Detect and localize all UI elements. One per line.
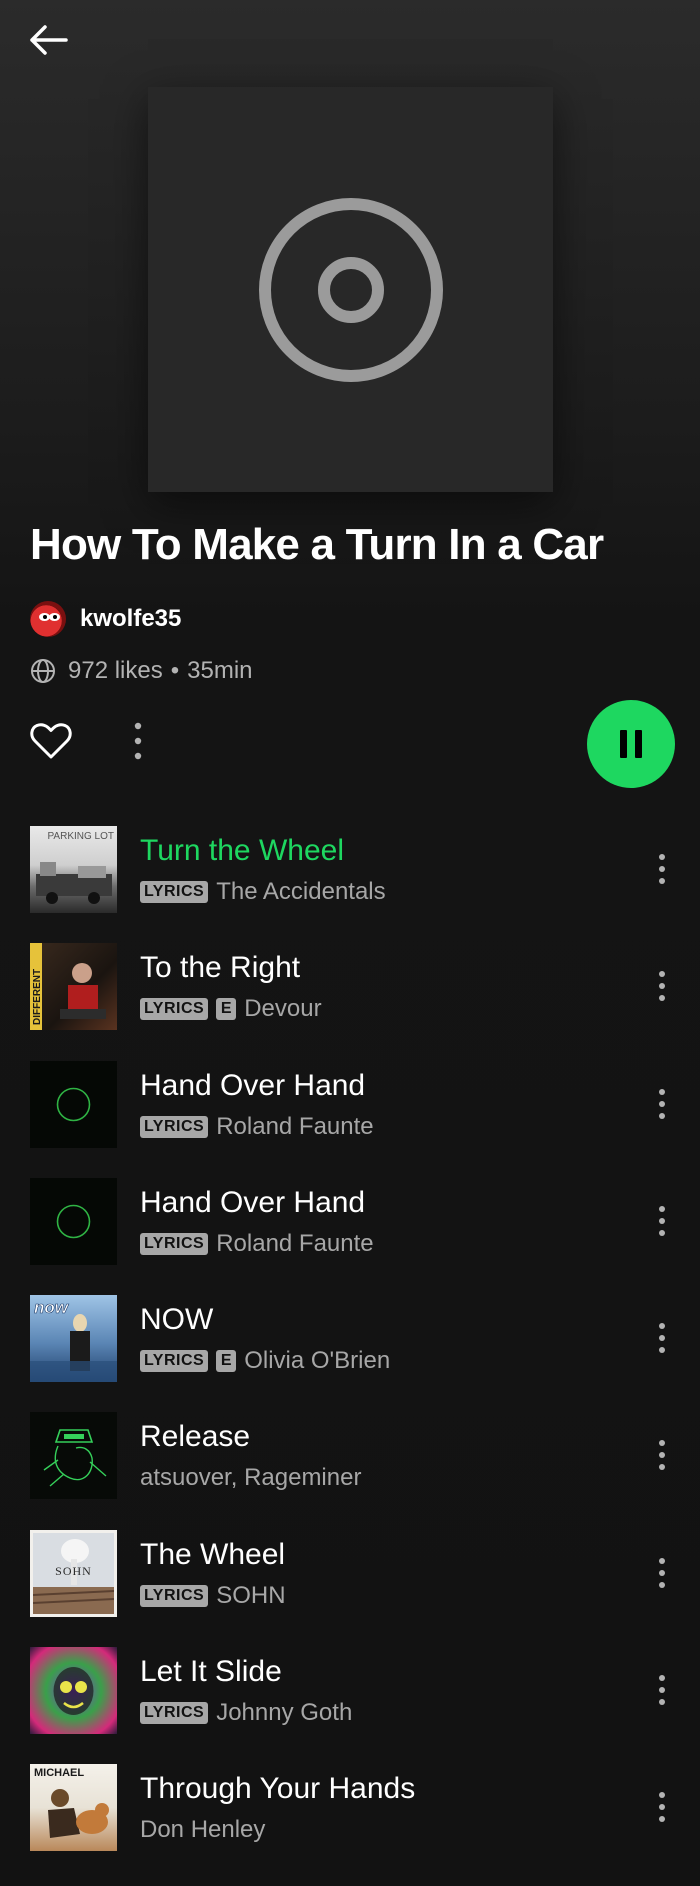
track-more-button[interactable]: [642, 844, 682, 894]
explicit-badge: E: [216, 1350, 237, 1373]
track-more-button[interactable]: [642, 1313, 682, 1363]
track-subtitle: LYRICS The Accidentals: [140, 878, 386, 906]
track-artist: Roland Faunte: [216, 1229, 374, 1257]
album-art-text: DIFFERENT: [32, 969, 43, 1025]
duration: 35min: [187, 657, 253, 684]
pause-icon: [620, 730, 642, 758]
track-artist: Johnny Goth: [216, 1699, 353, 1727]
action-bar: [0, 700, 700, 790]
track-artist: Devour: [244, 995, 322, 1023]
track-subtitle: atsuover, Rageminer: [140, 1464, 361, 1492]
more-vertical-icon: [134, 722, 142, 760]
lyrics-badge: LYRICS: [140, 881, 209, 903]
track-title: Hand Over Hand: [140, 1185, 366, 1219]
track-row[interactable]: MICHAEL Through Your Hands Don Henley: [0, 1764, 700, 1881]
album-art: DIFFERENT: [30, 943, 117, 1031]
owner-avatar: [30, 601, 66, 637]
track-title: Release: [140, 1420, 251, 1454]
disc-icon: [258, 197, 443, 382]
more-vertical-icon: [659, 1323, 665, 1354]
owner-name: kwolfe35: [80, 605, 182, 632]
more-vertical-icon: [659, 1088, 665, 1119]
track-title: Turn the Wheel: [140, 834, 344, 867]
track-row[interactable]: DIFFERENT To the Right LYRICS E Devour: [0, 943, 700, 1060]
album-art: [30, 1177, 117, 1265]
track-row[interactable]: Let It Slide LYRICS Johnny Goth: [0, 1647, 700, 1764]
owner-link[interactable]: kwolfe35: [30, 601, 181, 637]
track-artist: Olivia O'Brien: [244, 1347, 391, 1375]
album-art-text: PARKING LOT: [48, 831, 115, 842]
lyrics-badge: LYRICS: [140, 998, 209, 1021]
track-row[interactable]: now NOW LYRICS E Olivia O'Brien: [0, 1295, 700, 1412]
arrow-left-icon: [30, 25, 68, 55]
track-subtitle: LYRICS SOHN: [140, 1582, 286, 1610]
track-title: NOW: [140, 1303, 214, 1337]
track-title: Through Your Hands: [140, 1772, 416, 1806]
track-artist: Roland Faunte: [216, 1112, 374, 1140]
globe-icon: [31, 659, 55, 683]
album-art-text: now: [34, 1298, 70, 1317]
track-row[interactable]: Hand Over Hand LYRICS Roland Faunte: [0, 1060, 700, 1178]
album-art: MICHAEL: [30, 1764, 117, 1852]
playlist-page: How To Make a Turn In a Car kwolfe35 972…: [0, 0, 700, 1886]
track-artist: The Accidentals: [216, 878, 386, 905]
album-art: [30, 1412, 117, 1500]
more-vertical-icon: [659, 971, 665, 1002]
more-vertical-icon: [659, 1675, 665, 1706]
lyrics-badge: LYRICS: [140, 1232, 209, 1255]
track-title: Let It Slide: [140, 1655, 282, 1689]
meta-separator: •: [170, 657, 180, 684]
track-title: The Wheel: [140, 1537, 286, 1571]
track-more-button[interactable]: [642, 1079, 682, 1129]
track-title: To the Right: [140, 951, 301, 985]
album-art: PARKING LOT: [30, 826, 117, 913]
track-subtitle: LYRICS Johnny Goth: [140, 1699, 352, 1727]
track-more-button[interactable]: [642, 1548, 682, 1598]
playlist-more-button[interactable]: [118, 718, 158, 764]
heart-outline-icon: [30, 723, 72, 759]
explicit-badge: E: [216, 998, 237, 1021]
lyrics-badge: LYRICS: [140, 1350, 209, 1373]
track-subtitle: LYRICS Roland Faunte: [140, 1230, 374, 1258]
playlist-title: How To Make a Turn In a Car: [30, 520, 604, 569]
track-row[interactable]: Hand Over Hand LYRICS Roland Faunte: [0, 1177, 700, 1295]
more-vertical-icon: [659, 1205, 665, 1236]
likes-count: 972 likes: [68, 657, 163, 684]
track-more-button[interactable]: [642, 961, 682, 1011]
lyrics-badge: LYRICS: [140, 1115, 209, 1138]
track-subtitle: LYRICS Roland Faunte: [140, 1113, 374, 1141]
track-more-button[interactable]: [642, 1430, 682, 1480]
back-button[interactable]: [24, 18, 72, 62]
pause-button[interactable]: [587, 700, 675, 788]
track-subtitle: LYRICS E Olivia O'Brien: [140, 1347, 390, 1375]
lyrics-badge: LYRICS: [140, 1584, 209, 1607]
album-art: [30, 1060, 117, 1148]
playlist-meta: 972 likes • 35min: [30, 657, 253, 685]
more-vertical-icon: [659, 1440, 665, 1471]
more-vertical-icon: [659, 1792, 665, 1823]
album-art: now: [30, 1295, 117, 1383]
track-subtitle: Don Henley: [140, 1816, 265, 1844]
album-art-text: MICHAEL: [34, 1767, 84, 1779]
track-list: PARKING LOT Turn the Wheel LYRICS The Ac…: [0, 826, 700, 1882]
album-art-text: SOHN: [55, 1564, 92, 1578]
album-art: SOHN: [30, 1529, 117, 1617]
more-vertical-icon: [659, 854, 665, 884]
track-artist: Don Henley: [140, 1816, 266, 1844]
track-subtitle: LYRICS E Devour: [140, 995, 322, 1023]
track-row[interactable]: PARKING LOT Turn the Wheel LYRICS The Ac…: [0, 826, 700, 943]
playlist-cover: [148, 87, 553, 492]
track-row[interactable]: SOHN The Wheel LYRICS SOHN: [0, 1529, 700, 1647]
track-artist: SOHN: [216, 1581, 286, 1609]
track-row[interactable]: Release atsuover, Rageminer: [0, 1412, 700, 1529]
track-title: Hand Over Hand: [140, 1068, 366, 1102]
track-more-button[interactable]: [642, 1782, 682, 1832]
lyrics-badge: LYRICS: [140, 1702, 209, 1725]
more-vertical-icon: [659, 1557, 665, 1588]
track-artist: atsuover, Rageminer: [140, 1464, 362, 1492]
track-more-button[interactable]: [642, 1196, 682, 1246]
track-more-button[interactable]: [642, 1665, 682, 1715]
like-button[interactable]: [28, 718, 74, 764]
album-art: [30, 1647, 117, 1735]
